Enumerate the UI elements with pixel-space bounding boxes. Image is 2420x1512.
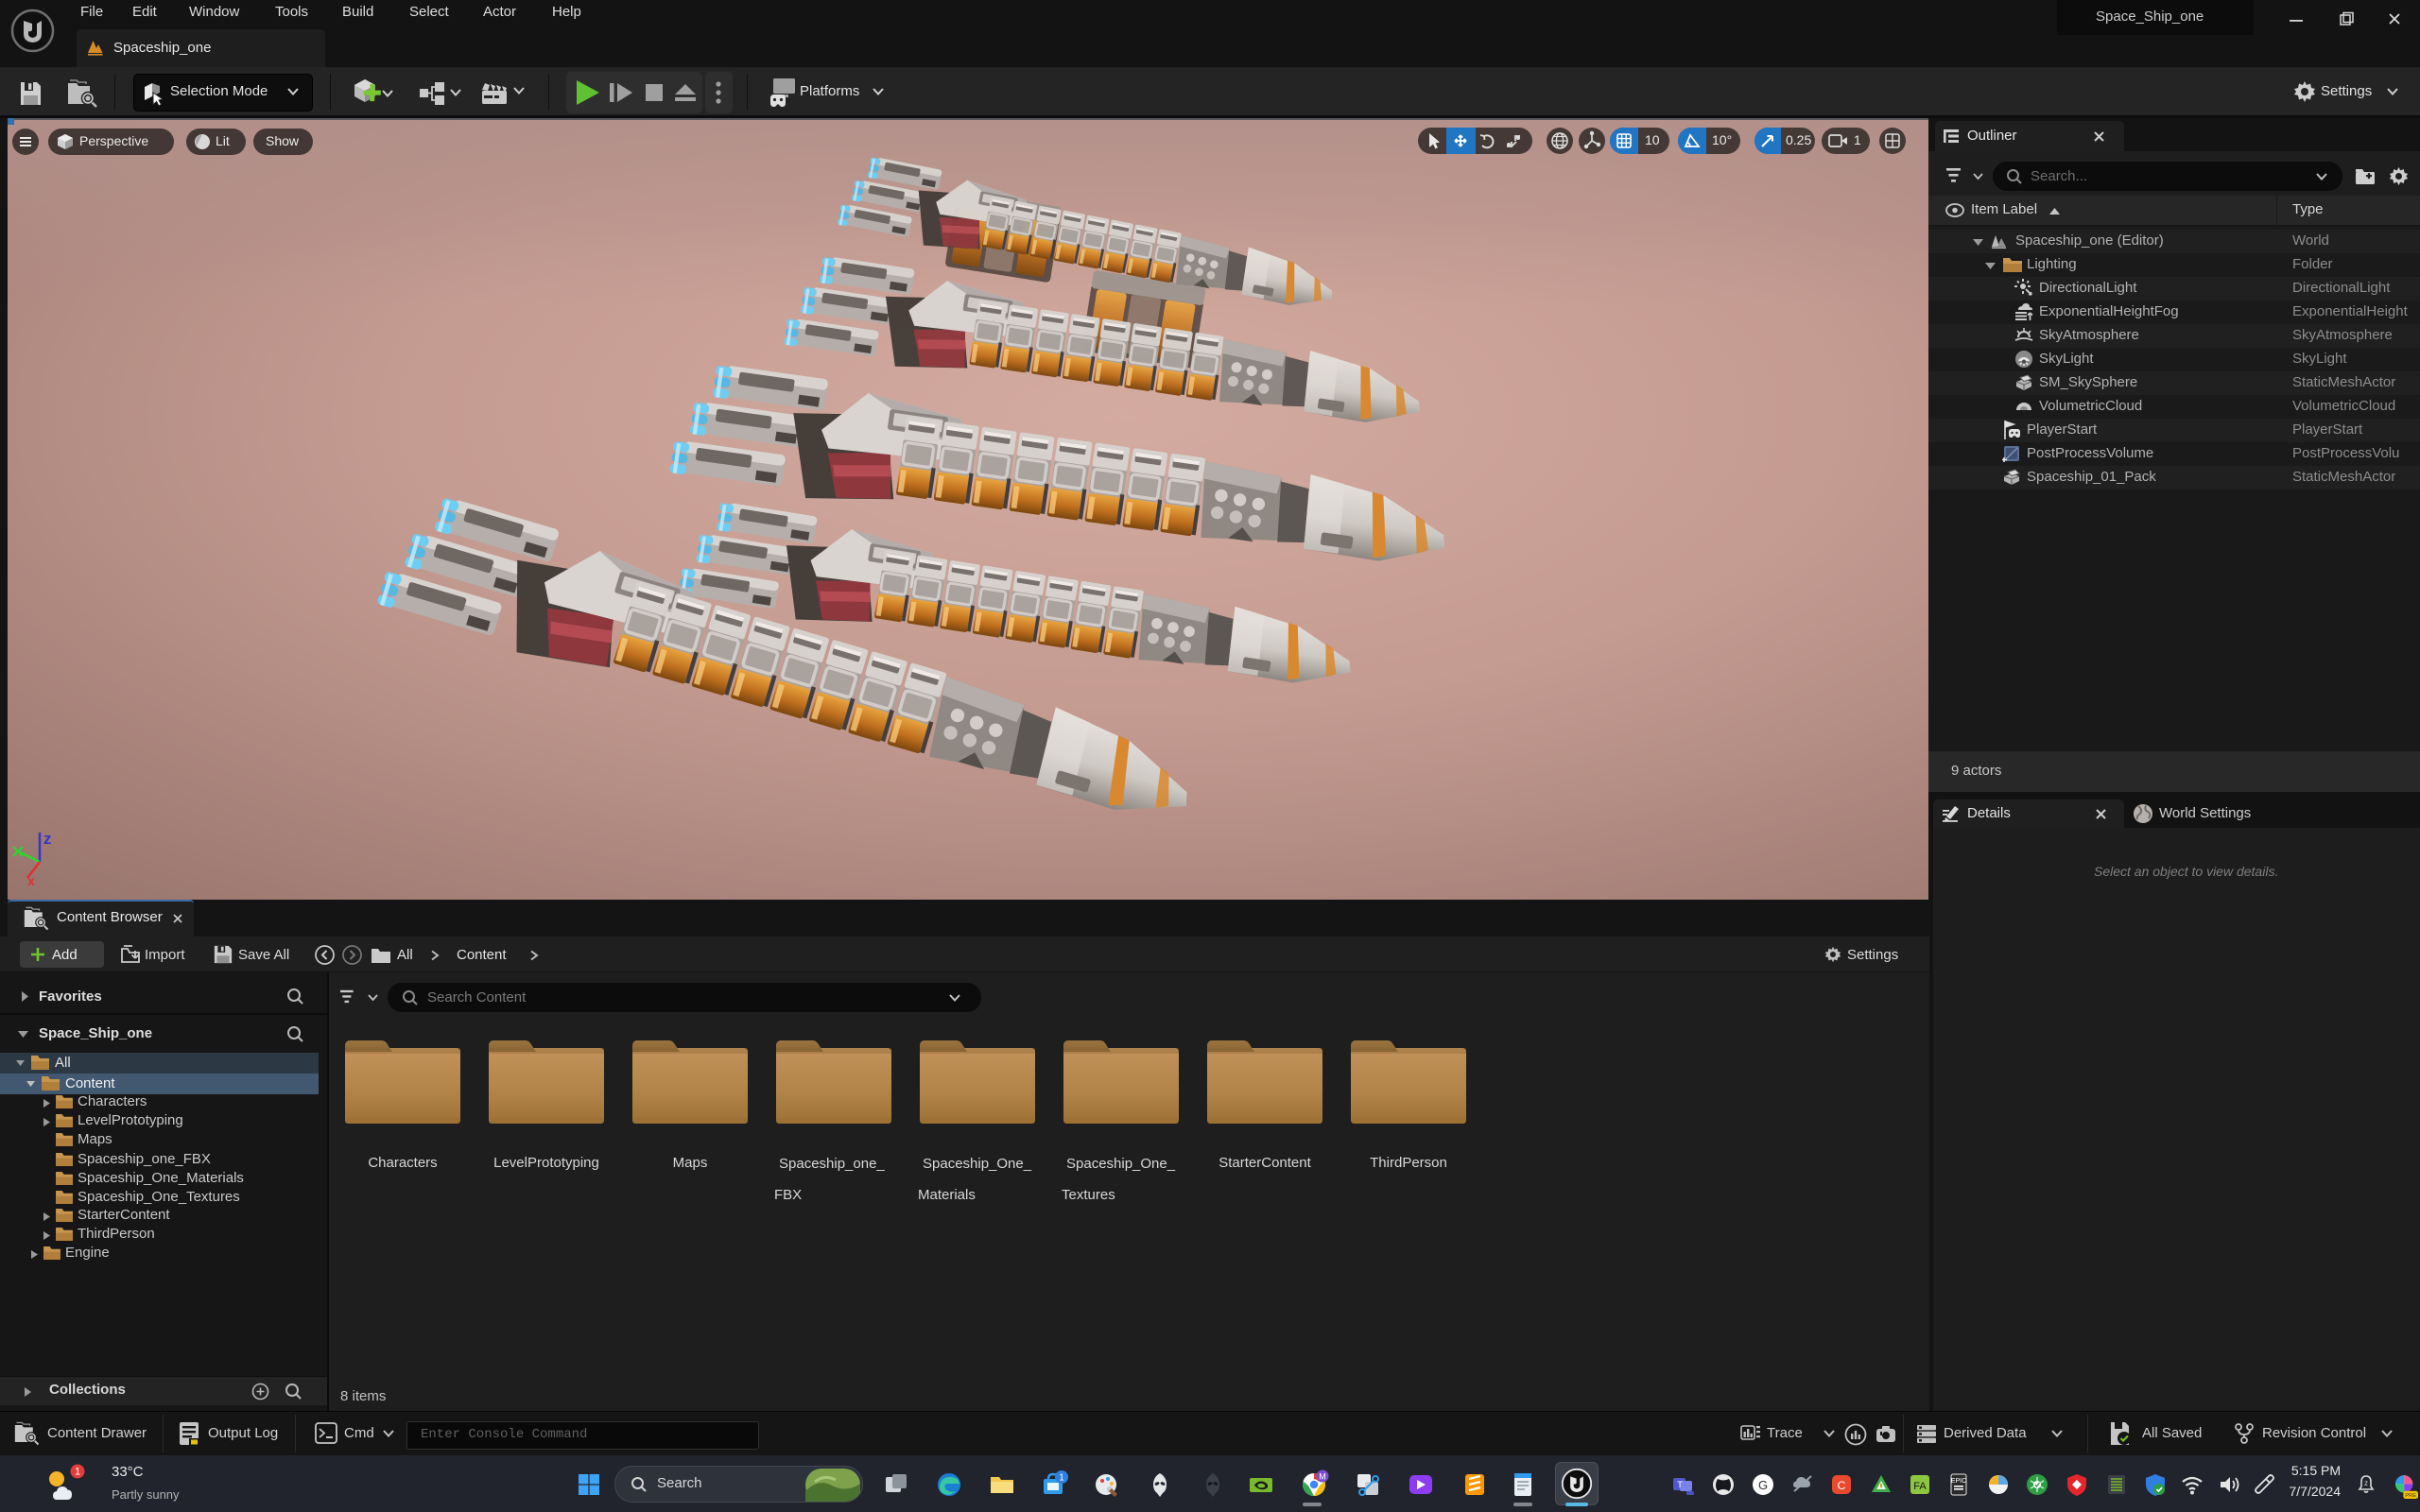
svg-text:PRE: PRE: [2405, 1493, 2416, 1499]
svg-text:x: x: [27, 873, 35, 888]
svg-text:1: 1: [75, 1467, 80, 1478]
svg-text:C: C: [1838, 1479, 1846, 1492]
svg-text:EPIC: EPIC: [1951, 1478, 1966, 1485]
svg-text:z: z: [43, 830, 52, 848]
svg-text:G: G: [1758, 1478, 1768, 1492]
svg-text:T: T: [1677, 1480, 1683, 1489]
svg-text:z: z: [2364, 1479, 2368, 1487]
svg-text:FA: FA: [1913, 1481, 1927, 1492]
svg-text:M: M: [1319, 1472, 1326, 1482]
svg-text:1: 1: [1059, 1473, 1064, 1484]
